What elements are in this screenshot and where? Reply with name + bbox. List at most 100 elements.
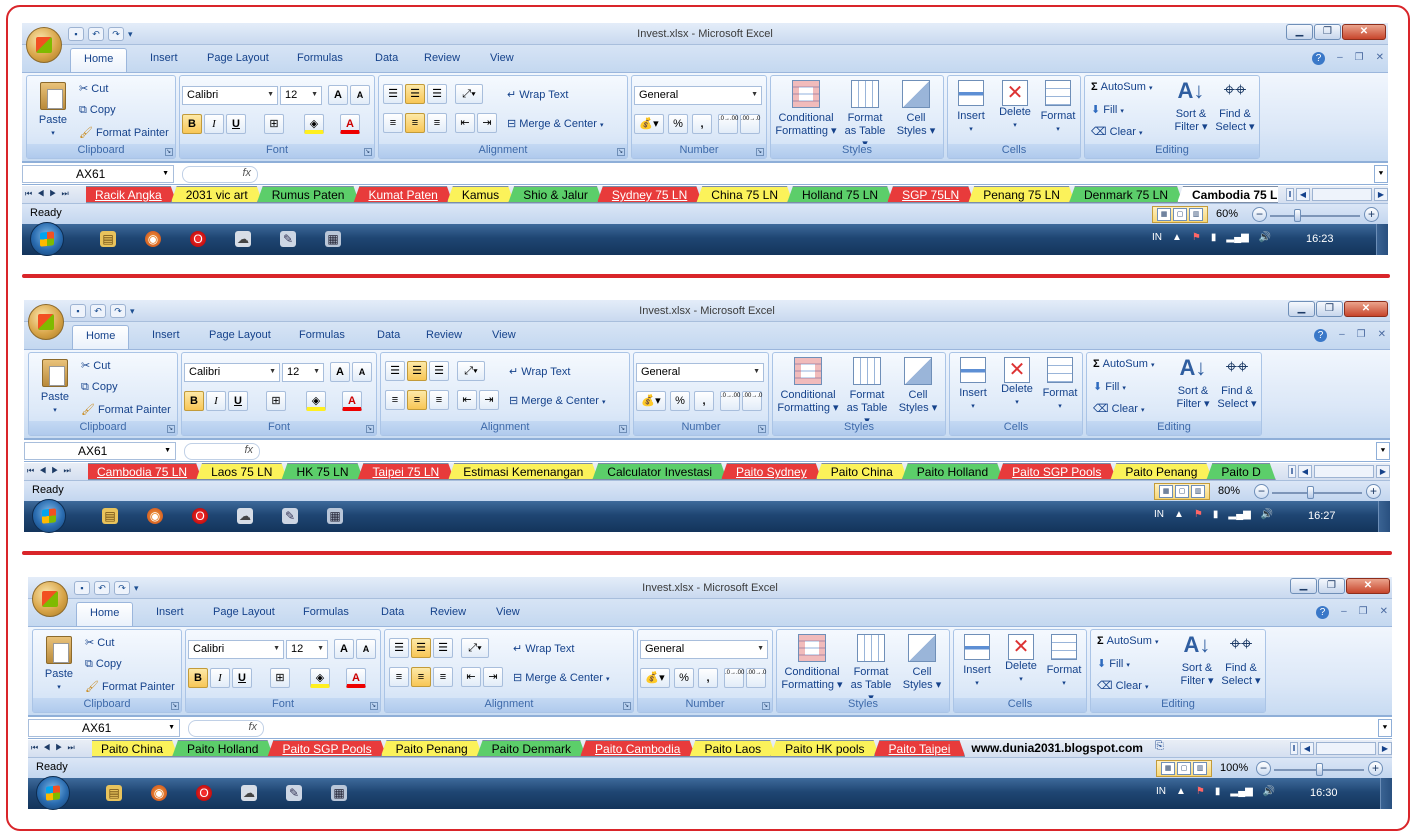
zoom-slider-thumb[interactable]	[1316, 763, 1323, 776]
decrease-decimal-button[interactable]: .00→.0	[742, 391, 762, 411]
scroll-thumb[interactable]	[1314, 465, 1374, 478]
clear-button[interactable]: ⌫ Clear ▾	[1097, 679, 1149, 692]
paste-button[interactable]: Paste ▾	[39, 636, 79, 694]
power-icon[interactable]: ▮	[1215, 786, 1221, 797]
align-bottom-button[interactable]: ☰	[433, 638, 453, 658]
explorer-icon[interactable]: ▤	[100, 231, 116, 247]
sheet-nav-icons[interactable]: ⏮◀▶⏭	[25, 189, 74, 199]
comma-button[interactable]: ,	[692, 114, 712, 134]
dialog-launcher-icon[interactable]: ↘	[370, 702, 378, 710]
volume-icon[interactable]: 🔊	[1263, 786, 1275, 797]
borders-button[interactable]: ⊞	[264, 114, 284, 134]
sheet-tab[interactable]: Paito Taipei	[874, 740, 966, 757]
sheet-tab[interactable]: Holland 75 LN	[787, 186, 893, 203]
volume-icon[interactable]: 🔊	[1259, 232, 1271, 243]
dialog-launcher-icon[interactable]: ↘	[623, 702, 631, 710]
language-indicator[interactable]: IN	[1152, 232, 1162, 243]
borders-button[interactable]: ⊞	[270, 668, 290, 688]
sheet-tab[interactable]: Paito SGP Pools	[997, 463, 1116, 480]
align-center-button[interactable]: ≡	[405, 113, 425, 133]
sheet-tab[interactable]: Paito SGP Pools	[267, 740, 386, 757]
align-middle-button[interactable]: ☰	[411, 638, 431, 658]
minimize-workbook-icon[interactable]: –	[1341, 606, 1347, 619]
zoom-slider-thumb[interactable]	[1294, 209, 1301, 222]
bold-button[interactable]: B	[182, 114, 202, 134]
restore-workbook-icon[interactable]: ❐	[1359, 606, 1368, 619]
page-layout-view-icon[interactable]: ▢	[1173, 208, 1187, 221]
expand-formula-bar-icon[interactable]: ⯆	[1376, 442, 1390, 460]
autosum-button[interactable]: Σ AutoSum ▾	[1091, 81, 1153, 93]
shrink-font-button[interactable]: A	[352, 362, 372, 382]
action-center-icon[interactable]: ⚑	[1194, 509, 1203, 520]
align-left-button[interactable]: ≡	[389, 667, 409, 687]
restore-icon[interactable]: ❐	[1316, 301, 1343, 317]
firefox-icon[interactable]: ◉	[147, 508, 163, 524]
copy-button[interactable]: ⧉ Copy	[81, 381, 118, 394]
insert-cells-button[interactable]: Insert ▾	[952, 357, 994, 413]
sheet-tab[interactable]: Paito Penang	[381, 740, 483, 757]
opera-icon[interactable]: O	[192, 508, 208, 524]
app-icon[interactable]: ☁	[237, 508, 253, 524]
autosum-button[interactable]: Σ AutoSum ▾	[1093, 358, 1155, 370]
number-format-combo[interactable]: General ▼	[634, 86, 762, 105]
sheet-nav-icons[interactable]: ⏮◀▶⏭	[31, 743, 80, 753]
clock[interactable]: 16:27	[1308, 510, 1336, 522]
copy-button[interactable]: ⧉ Copy	[79, 104, 116, 117]
align-top-button[interactable]: ☰	[383, 84, 403, 104]
sheet-nav-icons[interactable]: ⏮◀▶⏭	[27, 466, 76, 476]
page-layout-view-icon[interactable]: ▢	[1177, 762, 1191, 775]
tab-data[interactable]: Data	[377, 329, 400, 341]
horizontal-scrollbar[interactable]: ‖ ◀ ▶	[1288, 464, 1390, 479]
tab-view[interactable]: View	[492, 329, 516, 341]
tab-review[interactable]: Review	[426, 329, 462, 341]
sheet-tab[interactable]: Paito Holland	[902, 463, 1003, 480]
tab-home[interactable]: Home	[76, 602, 134, 626]
normal-view-icon[interactable]: ▦	[1161, 762, 1175, 775]
horizontal-scrollbar[interactable]: ‖ ◀ ▶	[1286, 187, 1388, 202]
font-size-combo[interactable]: 12 ▼	[280, 86, 322, 105]
normal-view-icon[interactable]: ▦	[1159, 485, 1173, 498]
clock[interactable]: 16:30	[1310, 787, 1338, 799]
dialog-launcher-icon[interactable]: ↘	[619, 425, 627, 433]
tab-home[interactable]: Home	[70, 48, 128, 72]
minimize-icon[interactable]: ▁	[1288, 301, 1315, 317]
shrink-font-button[interactable]: A	[356, 639, 376, 659]
language-indicator[interactable]: IN	[1156, 786, 1166, 797]
zoom-in-icon[interactable]: +	[1364, 207, 1379, 222]
clear-button[interactable]: ⌫ Clear ▾	[1093, 402, 1145, 415]
paste-button[interactable]: Paste ▾	[35, 359, 75, 417]
insert-cells-button[interactable]: Insert ▾	[950, 80, 992, 136]
bold-button[interactable]: B	[188, 668, 208, 688]
accounting-button[interactable]: 💰▾	[634, 114, 664, 134]
scroll-right-icon[interactable]: ▶	[1378, 742, 1392, 755]
sheet-tab[interactable]: Paito Sydney	[721, 463, 822, 480]
increase-indent-button[interactable]: ⇥	[483, 667, 503, 687]
zoom-slider[interactable]	[1272, 492, 1362, 494]
delete-cells-button[interactable]: ✕ Delete ▾	[996, 357, 1038, 409]
close-icon[interactable]: ✕	[1346, 578, 1390, 594]
firefox-icon[interactable]: ◉	[151, 785, 167, 801]
delete-cells-button[interactable]: ✕ Delete ▾	[1000, 634, 1042, 686]
action-center-icon[interactable]: ⚑	[1196, 786, 1205, 797]
dialog-launcher-icon[interactable]: ↘	[617, 148, 625, 156]
restore-icon[interactable]: ❐	[1318, 578, 1345, 594]
sheet-tab[interactable]: Calculator Investasi	[592, 463, 727, 480]
increase-decimal-button[interactable]: .0→.00	[720, 391, 740, 411]
help-icon[interactable]: ?	[1312, 52, 1326, 65]
scroll-thumb[interactable]	[1316, 742, 1376, 755]
font-name-combo[interactable]: Calibri ▼	[184, 363, 280, 382]
format-as-table-button[interactable]: Format as Table ▾	[847, 634, 895, 705]
restore-workbook-icon[interactable]: ❐	[1355, 52, 1364, 65]
name-box[interactable]: AX61 ▼	[22, 165, 174, 183]
sheet-tab[interactable]: Penang 75 LN	[968, 186, 1075, 203]
firefox-icon[interactable]: ◉	[145, 231, 161, 247]
insert-sheet-icon[interactable]: ⎘	[1149, 740, 1170, 757]
start-button[interactable]	[30, 222, 64, 256]
find-select-button[interactable]: ⌖⌖ Find & Select ▾	[1215, 357, 1259, 411]
sheet-tab[interactable]: Laos 75 LN	[196, 463, 287, 480]
format-cells-button[interactable]: Format ▾	[1042, 634, 1086, 690]
font-color-button[interactable]: A	[340, 114, 360, 134]
align-right-button[interactable]: ≡	[427, 113, 447, 133]
tab-data[interactable]: Data	[375, 52, 398, 64]
calculator-icon[interactable]: ▦	[331, 785, 347, 801]
